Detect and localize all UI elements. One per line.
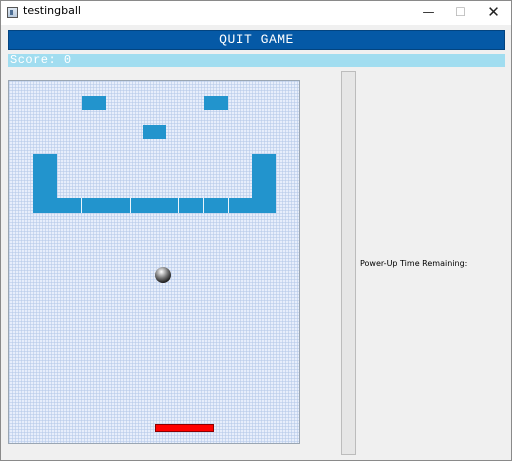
brick — [130, 198, 179, 213]
title-bar[interactable]: testingball — ☐ ✕ — [1, 1, 511, 25]
app-icon — [7, 7, 18, 18]
brick — [252, 184, 276, 213]
brick — [143, 125, 166, 139]
ball — [155, 267, 171, 283]
paddle[interactable] — [155, 424, 214, 432]
close-button[interactable]: ✕ — [478, 1, 509, 25]
minimize-button[interactable]: — — [413, 1, 444, 25]
powerup-timer-bar — [341, 71, 356, 455]
brick — [82, 96, 106, 110]
brick — [252, 154, 276, 184]
brick — [204, 96, 228, 110]
quit-game-button[interactable]: QUIT GAME — [8, 30, 505, 50]
brick — [228, 198, 253, 213]
window-title: testingball — [23, 4, 81, 17]
game-playfield[interactable] — [8, 80, 300, 444]
brick — [203, 198, 229, 213]
brick — [57, 198, 81, 213]
app-window: testingball — ☐ ✕ QUIT GAME Score: 0 Pow… — [0, 0, 512, 461]
brick — [33, 154, 57, 184]
powerup-time-label: Power-Up Time Remaining: — [360, 259, 468, 268]
brick — [178, 198, 204, 213]
maximize-button[interactable]: ☐ — [445, 1, 476, 25]
brick — [81, 198, 131, 213]
score-display: Score: 0 — [8, 54, 505, 67]
brick — [33, 184, 57, 213]
